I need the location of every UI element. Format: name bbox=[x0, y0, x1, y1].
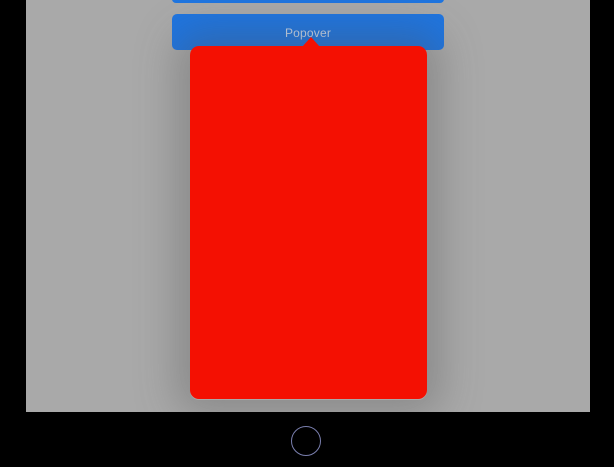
tablet-screen: Popover bbox=[26, 0, 590, 412]
tablet-frame: Popover bbox=[0, 0, 614, 467]
home-button[interactable] bbox=[291, 426, 321, 456]
popover-content[interactable] bbox=[190, 46, 427, 399]
previous-button-partial[interactable] bbox=[172, 0, 444, 3]
